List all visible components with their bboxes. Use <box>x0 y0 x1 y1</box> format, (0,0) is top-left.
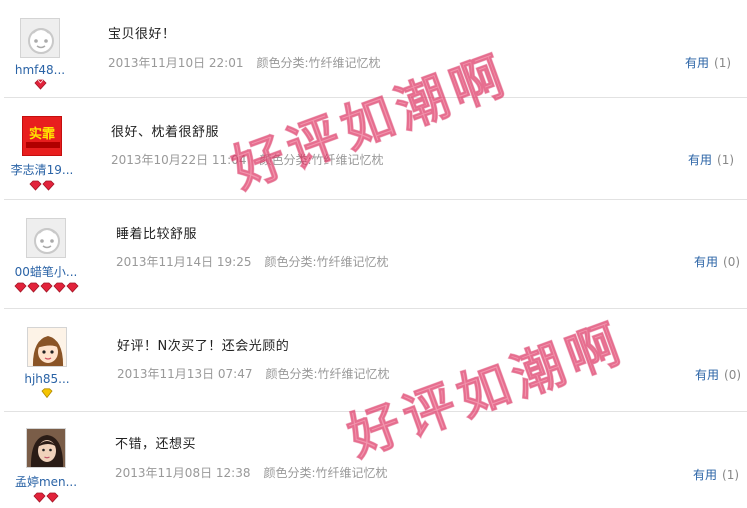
default-avatar-icon[interactable] <box>26 218 66 258</box>
useful-button[interactable]: 有用 (0) <box>695 366 741 383</box>
reviewer: hjh85... <box>20 327 74 399</box>
review-item: hjh85... 好评！N次买了！还会光顾的 2013年11月13日 07:47… <box>0 309 747 412</box>
review-list: hmf48... 宝贝很好！ 2013年11月10日 22:01 颜色分类:竹纤维… <box>0 0 747 508</box>
review-text: 好评！N次买了！还会光顾的 <box>117 339 290 354</box>
useful-button[interactable]: 有用 (1) <box>693 466 739 483</box>
sku-value: 竹纤维记忆枕 <box>315 466 388 480</box>
useful-label: 有用 <box>688 153 713 167</box>
review-date: 2013年11月14日 19:25 <box>116 255 252 269</box>
review-item: 00蜡笔小... 睡着比较舒服 2013年11月14日 19:25 颜色分类:竹纤… <box>0 200 747 309</box>
review-meta: 2013年11月08日 12:38 颜色分类:竹纤维记忆枕 <box>115 464 388 481</box>
review-date: 2013年10月22日 11:04 <box>111 153 247 167</box>
avatar-logo-text: 实霏 <box>28 127 55 142</box>
review-meta: 2013年11月14日 19:25 颜色分类:竹纤维记忆枕 <box>116 253 389 270</box>
sku-label: 颜色分类: <box>265 367 318 381</box>
sku-label: 颜色分类: <box>259 153 312 167</box>
reviewer: 孟婷men... <box>12 428 80 503</box>
red-diamond-icon <box>10 180 74 191</box>
useful-label: 有用 <box>695 368 720 382</box>
sku-label: 颜色分类: <box>263 466 316 480</box>
useful-count: (1) <box>722 468 740 482</box>
reviewer: 00蜡笔小... <box>10 218 82 293</box>
review-meta: 2013年11月13日 07:47 颜色分类:竹纤维记忆枕 <box>117 365 390 382</box>
reviewer: hmf48... <box>14 18 66 90</box>
sku-label: 颜色分类: <box>256 56 309 70</box>
review-item: 实霏 李志清19... 很好、枕着很舒服 2013年10月22日 11:04 颜色… <box>0 98 747 200</box>
red-diamond-icon <box>10 282 82 293</box>
useful-count: (0) <box>724 368 742 382</box>
reviewer-nickname[interactable]: hmf48... <box>14 63 66 77</box>
review-item: hmf48... 宝贝很好！ 2013年11月10日 22:01 颜色分类:竹纤维… <box>0 0 747 98</box>
review-date: 2013年11月10日 22:01 <box>108 56 244 70</box>
sku-value: 竹纤维记忆枕 <box>308 56 381 70</box>
review-text: 睡着比较舒服 <box>116 227 198 242</box>
useful-label: 有用 <box>694 255 719 269</box>
cartoon-girl-avatar[interactable] <box>27 327 67 367</box>
reviewer-nickname[interactable]: 李志清19... <box>10 161 74 178</box>
review-date: 2013年11月08日 12:38 <box>115 466 251 480</box>
review-text: 宝贝很好！ <box>108 27 176 42</box>
red-diamond-icon <box>12 492 80 503</box>
useful-label: 有用 <box>685 56 710 70</box>
review-date: 2013年11月13日 07:47 <box>117 367 253 381</box>
review-meta: 2013年10月22日 11:04 颜色分类:竹纤维记忆枕 <box>111 151 384 168</box>
useful-label: 有用 <box>693 468 718 482</box>
sku-value: 竹纤维记忆枕 <box>317 367 390 381</box>
useful-count: (1) <box>717 153 735 167</box>
useful-count: (0) <box>723 255 741 269</box>
review-item: 孟婷men... 不错，还想买 2013年11月08日 12:38 颜色分类:竹纤… <box>0 412 747 508</box>
shop-logo-avatar[interactable]: 实霏 <box>22 116 62 156</box>
sku-label: 颜色分类: <box>264 255 317 269</box>
review-text: 不错，还想买 <box>115 437 197 452</box>
useful-button[interactable]: 有用 (1) <box>685 54 731 71</box>
review-text: 很好、枕着很舒服 <box>111 125 220 140</box>
useful-count: (1) <box>714 56 732 70</box>
reviewer-nickname[interactable]: hjh85... <box>20 372 74 386</box>
useful-button[interactable]: 有用 (0) <box>694 253 740 270</box>
review-meta: 2013年11月10日 22:01 颜色分类:竹纤维记忆枕 <box>108 54 381 71</box>
default-avatar-icon[interactable] <box>20 18 60 58</box>
useful-button[interactable]: 有用 (1) <box>688 151 734 168</box>
reviewer: 实霏 李志清19... <box>10 116 74 191</box>
reviewer-nickname[interactable]: 孟婷men... <box>12 473 80 490</box>
red-diamond-icon <box>14 79 66 90</box>
yellow-heart-icon <box>20 388 74 399</box>
sku-value: 竹纤维记忆枕 <box>311 153 384 167</box>
photo-avatar[interactable] <box>26 428 66 468</box>
reviewer-nickname[interactable]: 00蜡笔小... <box>10 263 82 280</box>
sku-value: 竹纤维记忆枕 <box>316 255 389 269</box>
